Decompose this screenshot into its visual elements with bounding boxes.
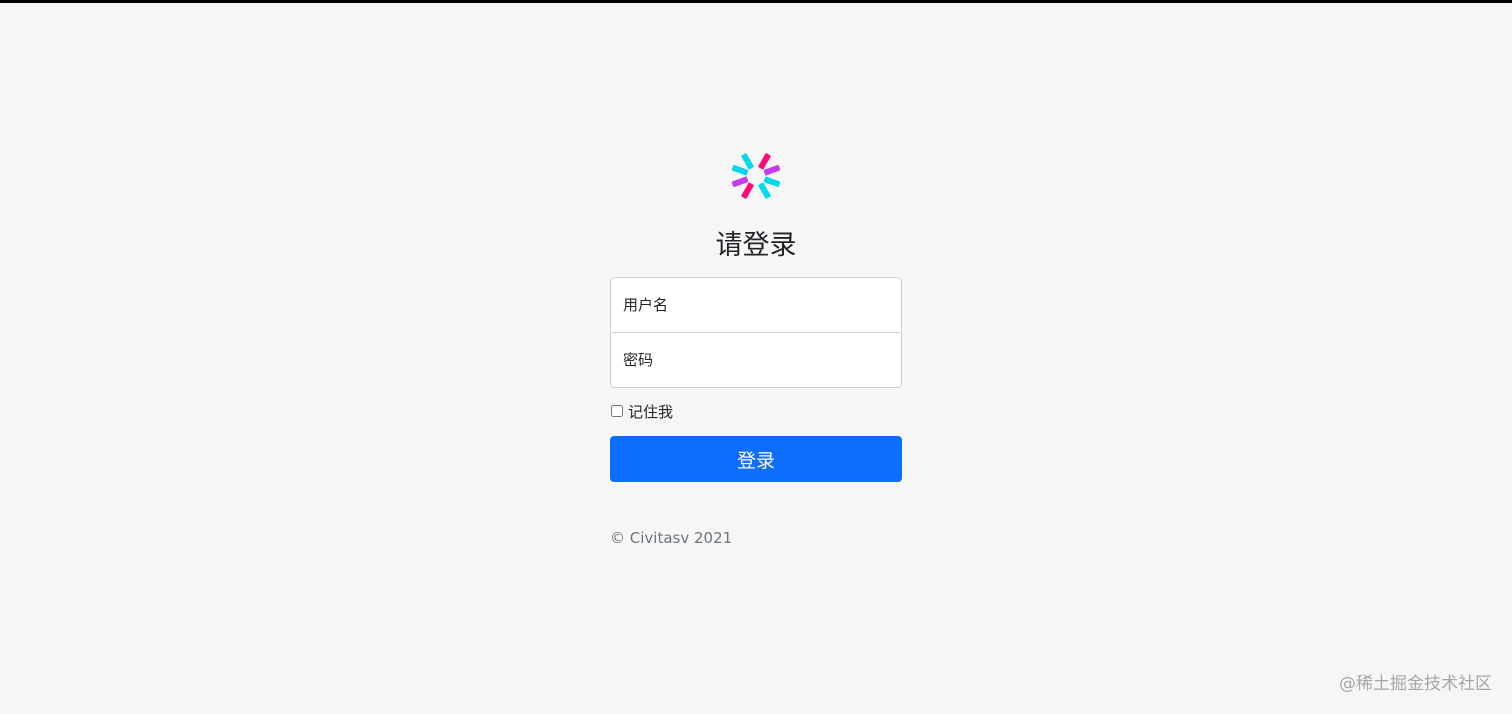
copyright-text: © Civitasv 2021 xyxy=(610,529,733,547)
top-border xyxy=(0,0,1512,3)
page-title: 请登录 xyxy=(715,230,797,261)
password-input[interactable] xyxy=(610,332,902,388)
watermark-text: @稀土掘金技术社区 xyxy=(1339,674,1492,694)
login-button[interactable]: 登录 xyxy=(610,436,902,482)
credentials-group xyxy=(610,277,902,388)
username-input[interactable] xyxy=(610,277,902,333)
remember-me-label: 记住我 xyxy=(628,402,674,421)
remember-me[interactable]: 记住我 xyxy=(610,402,902,421)
pinwheel-logo-icon xyxy=(731,153,781,199)
remember-me-checkbox[interactable] xyxy=(611,405,623,417)
login-form: 请登录 记住我 登录 © Civitasv 2021 xyxy=(610,150,902,562)
